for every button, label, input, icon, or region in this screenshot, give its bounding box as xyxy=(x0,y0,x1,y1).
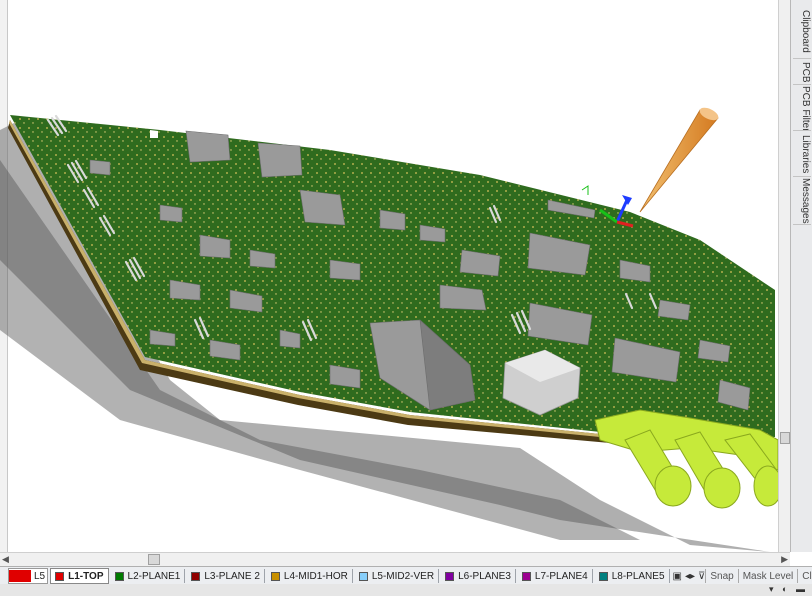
side-tab-pcb[interactable]: PCB xyxy=(793,60,811,85)
side-tab-libraries[interactable]: Libraries xyxy=(793,132,811,177)
current-layer-indicator[interactable]: L5 xyxy=(8,568,49,584)
horizontal-scrollbar[interactable]: ◀ ▶ xyxy=(0,552,790,567)
side-panel-tabs: Clipboard PCB PCB Filter Libraries Messa… xyxy=(790,0,812,552)
layer-tab-label: L8-PLANE5 xyxy=(611,570,665,582)
layer-color-swatch xyxy=(191,571,201,581)
current-layer-label: L5 xyxy=(34,570,46,582)
layer-tab-label: L4-MID1-HOR xyxy=(283,570,348,582)
horizontal-scroll-thumb[interactable] xyxy=(148,554,160,565)
layer-color-swatch xyxy=(358,571,368,581)
layer-tab-label: L7-PLANE4 xyxy=(534,570,588,582)
layer-color-swatch xyxy=(55,571,65,581)
layer-tab-l5-mid2-ver[interactable]: L5-MID2-VER xyxy=(355,569,440,583)
side-tab-messages[interactable]: Messages xyxy=(793,178,811,225)
current-layer-swatch xyxy=(9,570,31,582)
layer-color-swatch xyxy=(114,571,124,581)
layer-tab-l7-plane4[interactable]: L7-PLANE4 xyxy=(518,569,593,583)
layer-tab-l8-plane5[interactable]: L8-PLANE5 xyxy=(595,569,670,583)
layer-set-icon[interactable]: ▣ xyxy=(673,571,682,582)
layer-tab-l4-mid1-hor[interactable]: L4-MID1-HOR xyxy=(267,569,353,583)
scroll-right-icon[interactable]: ▶ xyxy=(781,554,788,565)
layer-tab-label: L5-MID2-VER xyxy=(371,570,435,582)
layer-tab-label: L1-TOP xyxy=(68,570,104,582)
scroll-left-icon[interactable]: ◀ xyxy=(2,554,9,565)
vertical-scroll-thumb[interactable] xyxy=(780,432,790,444)
probe-tool xyxy=(639,107,719,213)
layer-color-swatch xyxy=(598,571,608,581)
layer-tab-l3-plane2[interactable]: L3-PLANE 2 xyxy=(187,569,265,583)
pcb-3d-scene xyxy=(0,107,778,552)
layer-tab-label: L6-PLANE3 xyxy=(458,570,511,582)
filter-icon[interactable]: ⊽ xyxy=(698,571,705,582)
layer-tab-l6-plane3[interactable]: L6-PLANE3 xyxy=(441,569,516,583)
layer-tab-label: L3-PLANE 2 xyxy=(204,570,260,582)
status-icons: ▾ ◐ ▬ xyxy=(769,584,808,594)
layer-tab-l1-top[interactable]: L1-TOP xyxy=(50,568,109,584)
layer-color-swatch xyxy=(270,571,280,581)
layer-arrows-icon[interactable]: ◂▸ xyxy=(685,571,695,582)
layer-tab-bar: L5 L1-TOP L2-PLANE1 L3-PLANE 2 L4-MID1-H… xyxy=(0,566,812,585)
side-tab-clipboard[interactable]: Clipboard xyxy=(793,4,811,59)
mask-level-button[interactable]: Mask Level xyxy=(737,569,798,583)
pcb-3d-viewport[interactable] xyxy=(0,0,778,552)
layer-color-swatch xyxy=(445,571,455,581)
side-tab-pcb-filter[interactable]: PCB Filter xyxy=(793,86,811,131)
status-bar: ▾ ◐ ▬ xyxy=(0,584,812,596)
layer-tab-l2-plane1[interactable]: L2-PLANE1 xyxy=(111,569,186,583)
layer-tab-label: L2-PLANE1 xyxy=(127,570,181,582)
layer-color-swatch xyxy=(521,571,531,581)
clear-button[interactable]: Clear xyxy=(797,569,812,583)
snap-button[interactable]: Snap xyxy=(705,569,737,583)
